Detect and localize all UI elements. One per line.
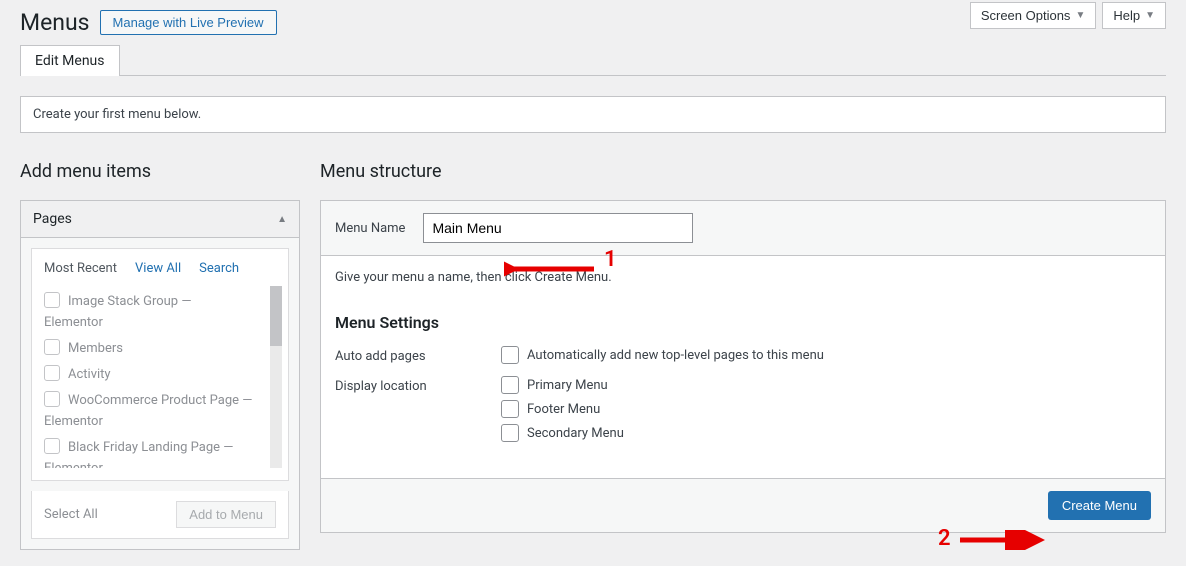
checkbox[interactable] — [44, 292, 60, 308]
page-item[interactable]: Elementor — [44, 458, 268, 468]
create-menu-button[interactable]: Create Menu — [1048, 491, 1151, 520]
screen-options-button[interactable]: Screen Options ▼ — [970, 2, 1097, 29]
page-item-label: Image Stack Group — — [68, 294, 191, 309]
location-checkbox-footer[interactable] — [501, 400, 519, 418]
screen-options-label: Screen Options — [981, 8, 1071, 23]
page-item[interactable]: Activity — [44, 359, 268, 385]
chevron-up-icon: ▲ — [277, 214, 287, 225]
page-item[interactable]: WooCommerce Product Page — — [44, 385, 268, 411]
subtab-view-all[interactable]: View All — [135, 261, 181, 276]
checkbox[interactable] — [44, 438, 60, 454]
chevron-down-icon: ▼ — [1075, 10, 1085, 21]
page-title: Menus — [20, 9, 90, 36]
scrollbar-thumb[interactable] — [270, 286, 282, 346]
page-item[interactable]: Black Friday Landing Page — — [44, 432, 268, 458]
notice-message: Create your first menu below. — [20, 96, 1166, 133]
subtab-most-recent[interactable]: Most Recent — [44, 261, 117, 276]
subtab-search[interactable]: Search — [199, 261, 239, 276]
page-item-label: Black Friday Landing Page — — [68, 440, 233, 455]
checkbox[interactable] — [44, 391, 60, 407]
select-all-link[interactable]: Select All — [44, 507, 98, 522]
add-menu-items-heading: Add menu items — [20, 161, 300, 182]
page-item[interactable]: Elementor — [44, 312, 268, 333]
page-item-label: Members — [68, 341, 123, 356]
page-item-label: Elementor — [44, 461, 103, 468]
menu-structure-heading: Menu structure — [320, 161, 1166, 182]
pages-metabox: Pages ▲ Most Recent View All Search Imag… — [20, 200, 300, 550]
help-label: Help — [1113, 8, 1140, 23]
checkbox[interactable] — [44, 339, 60, 355]
page-item-label: Activity — [68, 367, 111, 382]
page-item-label: WooCommerce Product Page — — [68, 393, 252, 408]
page-item[interactable]: Image Stack Group — — [44, 286, 268, 312]
pages-metabox-header[interactable]: Pages ▲ — [21, 201, 299, 238]
menu-settings-heading: Menu Settings — [335, 313, 1151, 332]
auto-add-label: Auto add pages — [335, 346, 501, 364]
chevron-down-icon: ▼ — [1145, 10, 1155, 21]
location-checkbox-secondary[interactable] — [501, 424, 519, 442]
checkbox[interactable] — [44, 365, 60, 381]
location-label: Footer Menu — [527, 402, 600, 417]
instruction-text: Give your menu a name, then click Create… — [335, 270, 1151, 285]
help-button[interactable]: Help ▼ — [1102, 2, 1166, 29]
page-item-label: Elementor — [44, 315, 103, 330]
location-checkbox-primary[interactable] — [501, 376, 519, 394]
location-label: Primary Menu — [527, 378, 608, 393]
menu-name-input[interactable] — [423, 213, 693, 243]
page-item[interactable]: Members — [44, 333, 268, 359]
location-label: Secondary Menu — [527, 426, 624, 441]
page-item[interactable]: Elementor — [44, 411, 268, 432]
display-location-label: Display location — [335, 376, 501, 394]
add-to-menu-button[interactable]: Add to Menu — [176, 501, 276, 528]
auto-add-text: Automatically add new top-level pages to… — [527, 348, 824, 363]
page-item-label: Elementor — [44, 414, 103, 429]
live-preview-button[interactable]: Manage with Live Preview — [100, 10, 277, 35]
tab-edit-menus[interactable]: Edit Menus — [20, 45, 120, 76]
menu-name-label: Menu Name — [335, 221, 405, 236]
scrollbar[interactable] — [270, 286, 282, 468]
pages-metabox-title: Pages — [33, 211, 72, 227]
auto-add-checkbox[interactable] — [501, 346, 519, 364]
